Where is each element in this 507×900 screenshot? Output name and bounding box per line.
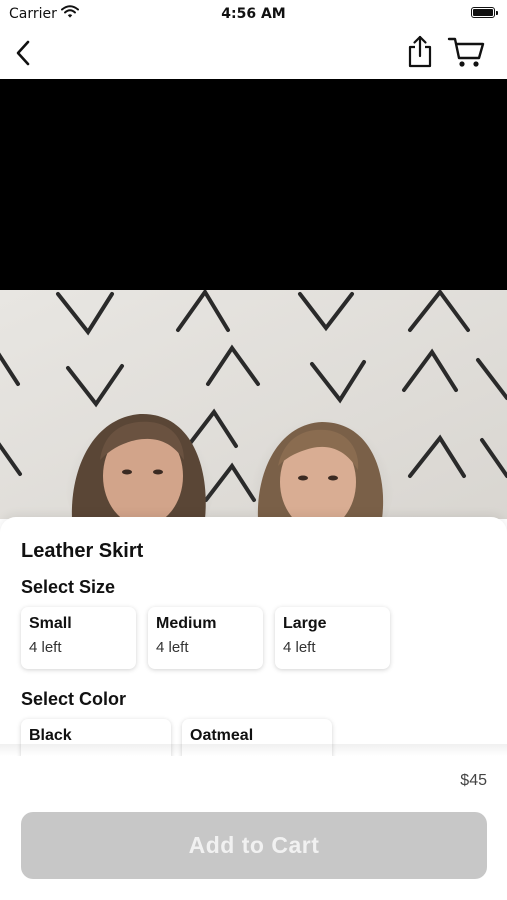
product-price: $45 xyxy=(460,772,487,789)
footer-shadow xyxy=(0,744,507,756)
size-option-name: Small xyxy=(29,615,72,632)
size-option-stock: 4 left xyxy=(29,639,62,656)
add-to-cart-button[interactable]: Add to Cart xyxy=(21,812,487,879)
select-size-label: Select Size xyxy=(21,577,116,597)
product-title: Leather Skirt xyxy=(21,540,144,562)
color-option-name: Oatmeal xyxy=(190,727,254,744)
size-option-medium[interactable]: Medium 4 left xyxy=(148,607,263,669)
battery-icon xyxy=(471,7,498,18)
share-icon[interactable] xyxy=(404,34,436,70)
size-option-stock: 4 left xyxy=(156,639,189,656)
cart-icon[interactable] xyxy=(447,34,487,70)
color-option-name: Black xyxy=(29,727,72,744)
size-option-name: Medium xyxy=(156,615,217,632)
nav-bar xyxy=(0,28,507,78)
select-color-label: Select Color xyxy=(21,689,127,709)
product-media xyxy=(0,79,507,519)
status-time: 4:56 AM xyxy=(221,6,286,22)
chevron-left-icon[interactable] xyxy=(12,38,34,68)
size-option-small[interactable]: Small 4 left xyxy=(21,607,136,669)
product-photo xyxy=(0,290,507,519)
size-option-name: Large xyxy=(283,615,327,632)
video-letterbox xyxy=(0,79,507,290)
checkout-footer: $45 Add to Cart xyxy=(0,756,507,900)
size-option-large[interactable]: Large 4 left xyxy=(275,607,390,669)
product-options-sheet: Leather Skirt Select Size Small 4 left M… xyxy=(0,517,507,757)
status-bar: Carrier 4:56 AM xyxy=(0,0,507,28)
size-option-stock: 4 left xyxy=(283,639,316,656)
